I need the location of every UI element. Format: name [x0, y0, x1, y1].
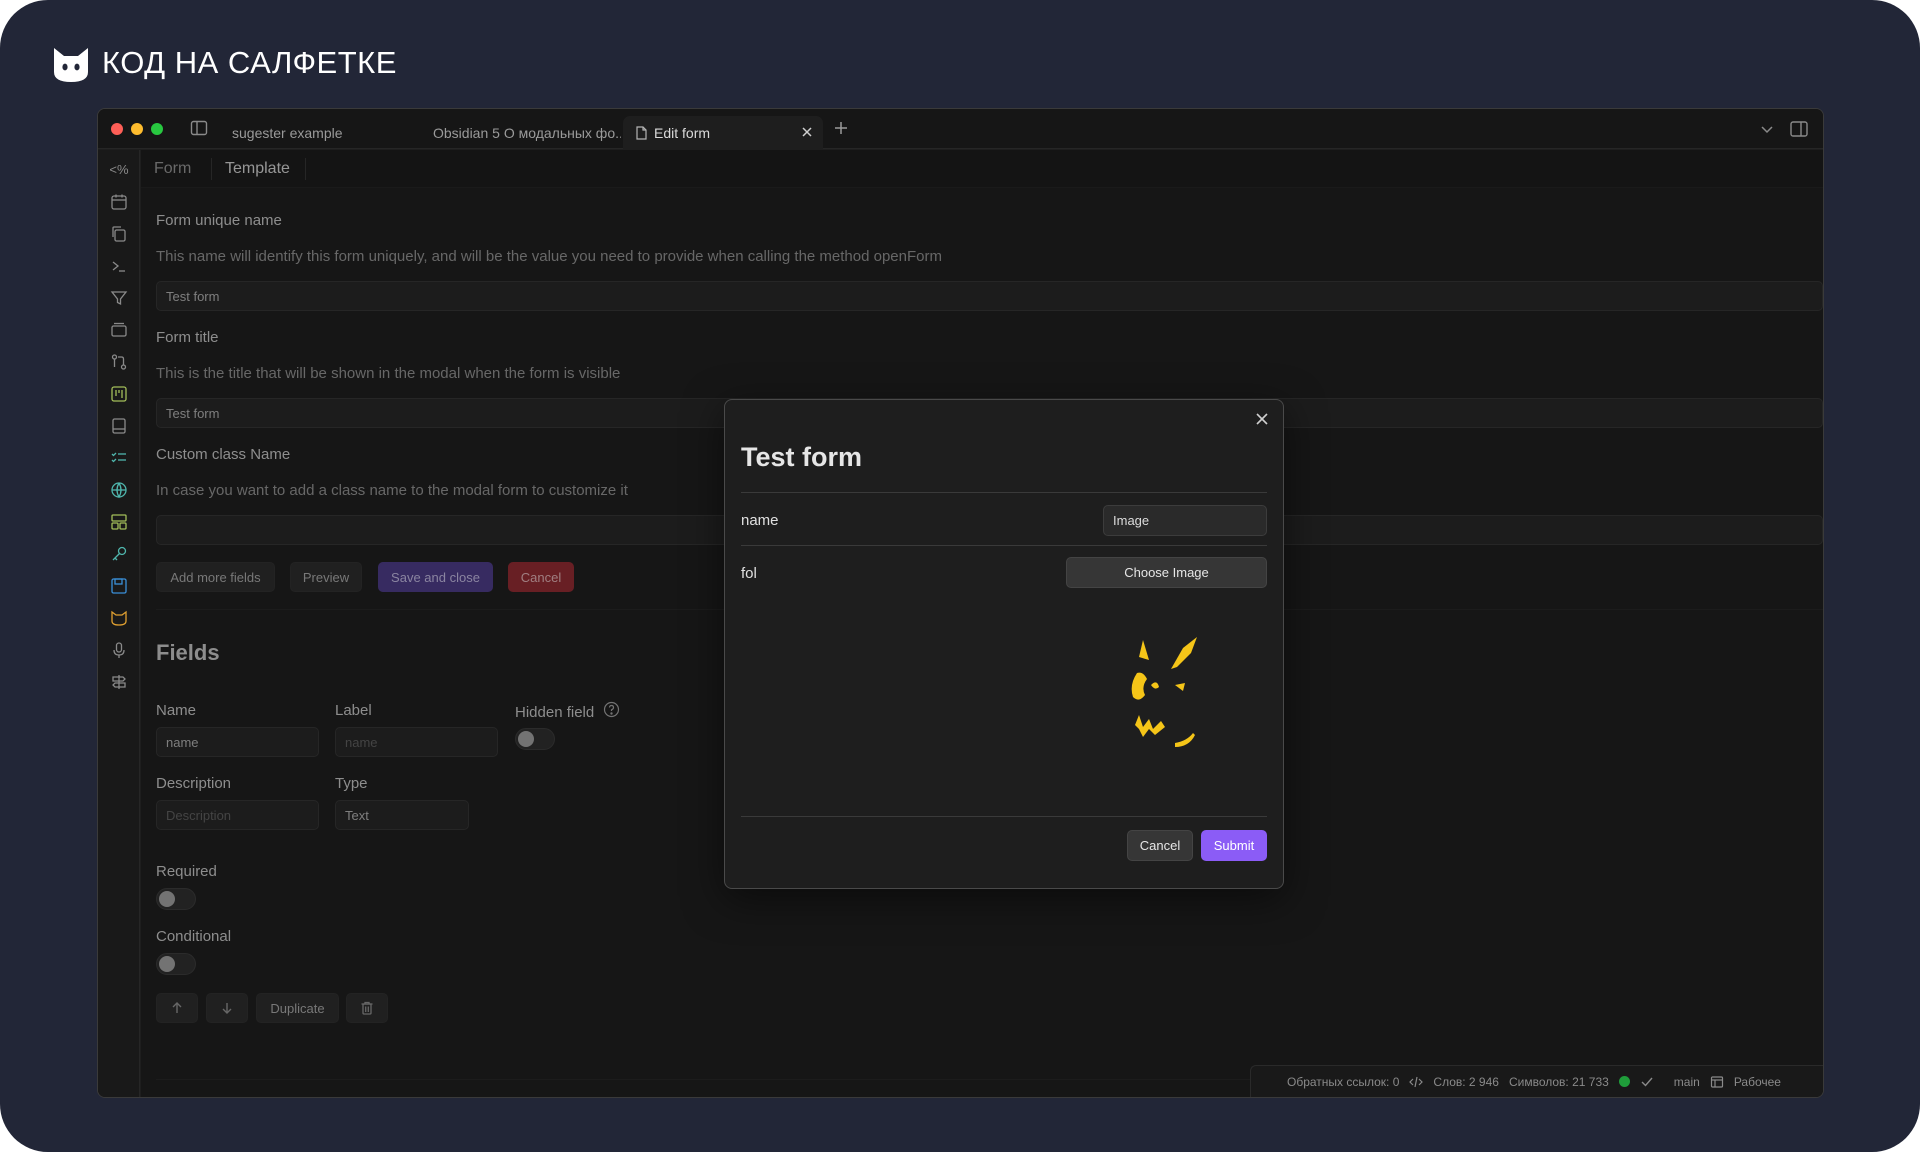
code-icon[interactable]	[1409, 1075, 1424, 1089]
choose-image-button[interactable]: Choose Image	[1066, 557, 1267, 588]
maximize-window-button[interactable]	[151, 123, 163, 135]
word-count: Слов: 2 946	[1433, 1074, 1499, 1089]
close-icon[interactable]	[1253, 410, 1271, 428]
microphone-icon[interactable]	[110, 641, 128, 659]
close-window-button[interactable]	[111, 123, 123, 135]
filter-icon[interactable]	[110, 289, 128, 307]
modal-divider	[741, 816, 1267, 817]
task-list-icon[interactable]	[110, 449, 128, 467]
key-icon[interactable]	[110, 545, 128, 563]
cat-plugin-icon[interactable]	[110, 609, 128, 627]
copy-icon[interactable]	[110, 225, 128, 243]
sidebar-toggle-icon[interactable]	[190, 119, 208, 137]
name-field-input[interactable]: Image	[1103, 505, 1267, 536]
editor-content: Form Template Form unique name This name…	[141, 150, 1823, 1097]
signpost-icon[interactable]	[110, 673, 128, 691]
tab-label: Edit form	[654, 124, 711, 141]
tab-edit-form[interactable]: Edit form	[623, 116, 823, 149]
folder-field-label: fol	[741, 565, 757, 582]
new-tab-icon[interactable]	[831, 118, 851, 138]
document-icon	[636, 125, 647, 140]
close-tab-icon[interactable]	[799, 124, 815, 140]
kanban-icon[interactable]	[110, 385, 128, 403]
cat-icon	[54, 48, 88, 82]
modal-submit-button[interactable]: Submit	[1201, 830, 1267, 861]
form-modal: Test form name Image fol Choose Image Ca…	[724, 399, 1284, 889]
git-branch[interactable]: main	[1674, 1075, 1700, 1089]
chevron-down-icon[interactable]	[1759, 121, 1775, 137]
tab-obsidian-modal[interactable]: Obsidian 5 О модальных фо...	[421, 116, 621, 149]
sync-status-dot[interactable]	[1618, 1076, 1630, 1087]
modal-cancel-button[interactable]: Cancel	[1127, 830, 1193, 861]
save-icon[interactable]	[110, 577, 128, 595]
globe-icon[interactable]	[110, 481, 128, 499]
templater-icon[interactable]: <%	[108, 160, 130, 178]
brand-text: КОД НА САЛФЕТКЕ	[102, 45, 397, 80]
layout-icon[interactable]	[110, 513, 128, 531]
tab-label: sugester example	[232, 124, 343, 141]
pikachu-image	[1131, 637, 1197, 747]
workspace-icon[interactable]	[1710, 1075, 1724, 1089]
tab-sugester-example[interactable]: sugester example	[220, 116, 420, 149]
title-bar: sugester example Obsidian 5 О модальных …	[98, 109, 1823, 149]
git-compare-icon[interactable]	[110, 353, 128, 371]
name-field-label: name	[741, 512, 779, 529]
slides-icon[interactable]	[110, 321, 128, 339]
modal-divider	[741, 492, 1267, 493]
workspace-name[interactable]: Рабочее	[1734, 1075, 1781, 1089]
char-count: Символов: 21 733	[1508, 1074, 1609, 1089]
brand: КОД НА САЛФЕТКЕ	[50, 42, 397, 84]
minimize-window-button[interactable]	[131, 123, 143, 135]
backlinks-count[interactable]: Обратных ссылок: 0	[1287, 1075, 1399, 1089]
modal-title: Test form	[741, 442, 863, 472]
tab-label: Obsidian 5 О модальных фо...	[433, 124, 621, 141]
right-sidebar-toggle-icon[interactable]	[1789, 119, 1809, 139]
calendar-icon[interactable]	[110, 193, 128, 211]
status-bar: Обратных ссылок: 0 Слов: 2 946 Символов:…	[1250, 1065, 1823, 1097]
app-window: sugester example Obsidian 5 О модальных …	[97, 108, 1824, 1098]
modal-divider	[741, 545, 1267, 546]
book-icon[interactable]	[110, 417, 128, 435]
left-ribbon: <%	[98, 150, 140, 1097]
screenshot-frame: КОД НА САЛФЕТКЕ sugester example Obsidia…	[0, 0, 1920, 1152]
check-icon[interactable]	[1640, 1075, 1654, 1089]
terminal-icon[interactable]	[110, 257, 128, 275]
